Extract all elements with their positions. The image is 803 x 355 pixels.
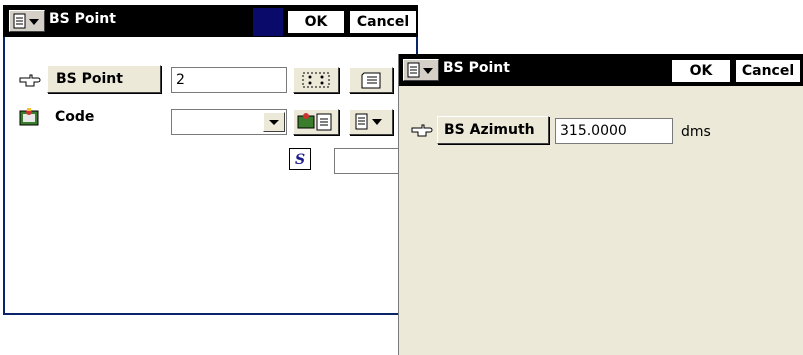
menu-icon [13,13,39,29]
pointing-hand-icon [411,124,433,137]
title-bar-spacer [253,8,283,36]
code-list-button[interactable] [293,109,339,135]
title-bar: BS Point OK Cancel [3,5,418,37]
bs-point-window: BS Point OK Cancel BS Point 2 Code S [3,5,418,315]
dropdown-arrow-icon [269,120,279,125]
window-menu-button[interactable] [9,10,45,32]
string-input[interactable] [334,148,404,174]
cancel-button[interactable]: Cancel [349,10,417,34]
code-label: Code [55,109,95,125]
italic-s-icon: S [295,152,305,168]
dialog-title-bar: BS Point OK Cancel [399,54,803,86]
code-menu-button[interactable] [349,109,393,135]
bs-azimuth-button[interactable]: BS Azimuth [437,116,549,144]
bs-azimuth-dialog: BS Point OK Cancel BS Azimuth 315.0000 d… [398,54,803,355]
pointing-hand-icon [19,74,41,87]
menu-icon [355,113,382,130]
list-icon [361,72,381,89]
window-title: BS Point [49,11,116,27]
map-select-button[interactable] [293,67,339,93]
bs-azimuth-input[interactable]: 315.0000 [555,118,673,144]
svg-text:S: S [295,152,305,168]
bs-point-button[interactable]: BS Point [47,65,161,93]
azimuth-unit: dms [681,124,711,140]
map-select-icon [302,72,330,88]
list-button[interactable] [349,67,393,93]
dialog-menu-button[interactable] [403,59,439,81]
dialog-cancel-button[interactable]: Cancel [735,59,801,83]
string-button[interactable]: S [289,148,311,170]
dialog-ok-button[interactable]: OK [671,59,731,83]
dialog-title: BS Point [443,60,510,76]
code-list-icon [297,113,332,131]
bs-point-input[interactable]: 2 [171,67,287,93]
ok-button[interactable]: OK [287,10,345,34]
menu-icon [407,62,433,78]
code-library-icon [19,108,39,126]
code-dropdown-button[interactable] [263,112,285,132]
